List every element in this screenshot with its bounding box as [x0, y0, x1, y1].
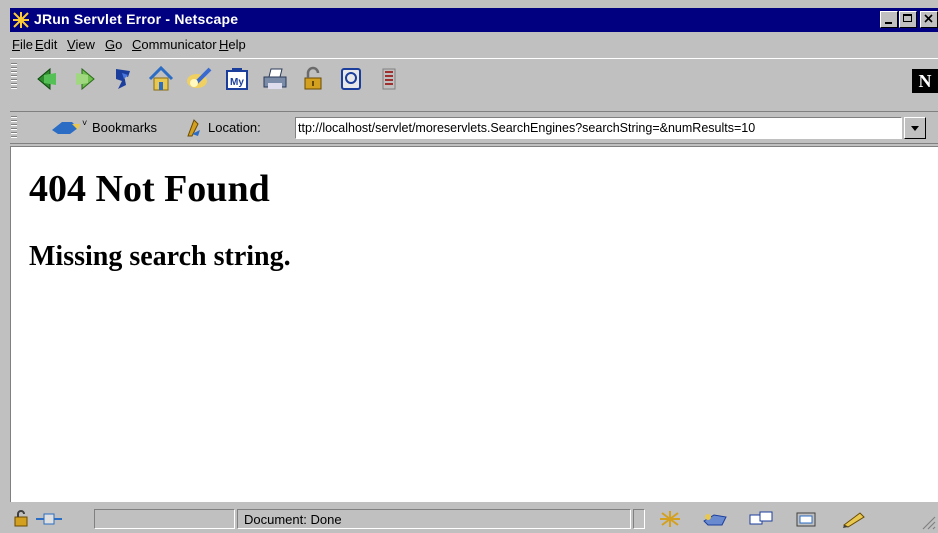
svg-text:My: My	[230, 77, 244, 88]
shop-icon[interactable]	[334, 63, 368, 95]
url-input[interactable]: ttp://localhost/servlet/moreservlets.Sea…	[295, 117, 902, 139]
bookmarks-label: Bookmarks	[92, 120, 158, 135]
netscape-app-icon	[12, 11, 30, 29]
close-button[interactable]	[920, 11, 938, 28]
status-bar: Document: Done	[10, 504, 938, 533]
menu-view[interactable]: View	[67, 37, 95, 52]
error-message: Missing search string.	[29, 241, 291, 272]
page-content: 404 Not Found Missing search string.	[10, 146, 938, 502]
minimize-icon	[885, 22, 892, 24]
netscape-logo-button[interactable]: N	[912, 69, 938, 93]
resize-grip-icon[interactable]	[920, 514, 936, 530]
navigator-icon[interactable]	[656, 509, 684, 529]
menu-go[interactable]: Go	[105, 37, 122, 52]
back-icon[interactable]	[30, 63, 64, 95]
menu-help[interactable]: Help	[219, 37, 246, 52]
close-icon	[924, 14, 933, 23]
error-heading: 404 Not Found	[29, 168, 270, 210]
dropdown-arrow-icon	[911, 126, 919, 131]
location-grip[interactable]	[11, 116, 17, 140]
maximize-button[interactable]	[899, 11, 917, 28]
stop-icon[interactable]	[372, 63, 406, 95]
mynetscape-icon[interactable]: My	[220, 63, 254, 95]
reload-icon[interactable]	[106, 63, 140, 95]
maximize-icon	[903, 14, 912, 22]
connection-icon	[36, 513, 62, 525]
composer-icon[interactable]	[792, 509, 820, 529]
minimize-button[interactable]	[880, 11, 898, 28]
mail-icon[interactable]	[700, 509, 730, 529]
menu-bar: File Edit View Go Communicator Help	[10, 34, 938, 56]
search-icon[interactable]	[182, 63, 216, 95]
progress-cell	[94, 509, 235, 529]
menu-file[interactable]: File	[12, 37, 33, 52]
svg-text:˅: ˅	[82, 118, 87, 128]
newsgroups-icon[interactable]	[746, 509, 776, 529]
navigation-toolbar: My N	[10, 58, 938, 112]
security-lock-icon[interactable]	[12, 509, 32, 529]
status-message-cell: Document: Done	[237, 509, 631, 529]
home-icon[interactable]	[144, 63, 178, 95]
print-icon[interactable]	[258, 63, 292, 95]
security-icon[interactable]	[296, 63, 330, 95]
window-controls	[880, 11, 938, 29]
bookmarks-icon: ˅	[52, 118, 87, 134]
url-dropdown-button[interactable]	[904, 117, 926, 139]
toolbar-grip[interactable]	[11, 63, 17, 89]
location-toolbar: ˅ Bookmarks Location: ttp://localhost/se…	[10, 112, 938, 144]
browser-window: JRun Servlet Error - Netscape File Edit …	[0, 0, 938, 533]
title-bar[interactable]: JRun Servlet Error - Netscape	[10, 8, 938, 32]
menu-communicator[interactable]: Communicator	[132, 37, 217, 52]
edit-pencil-icon[interactable]	[840, 509, 870, 529]
menu-edit[interactable]: Edit	[35, 37, 57, 52]
location-icon	[187, 119, 200, 137]
location-label: Location:	[208, 120, 261, 135]
forward-icon[interactable]	[68, 63, 102, 95]
status-spacer-cell	[633, 509, 645, 529]
status-message: Document: Done	[244, 512, 342, 527]
window-title: JRun Servlet Error - Netscape	[34, 11, 239, 27]
